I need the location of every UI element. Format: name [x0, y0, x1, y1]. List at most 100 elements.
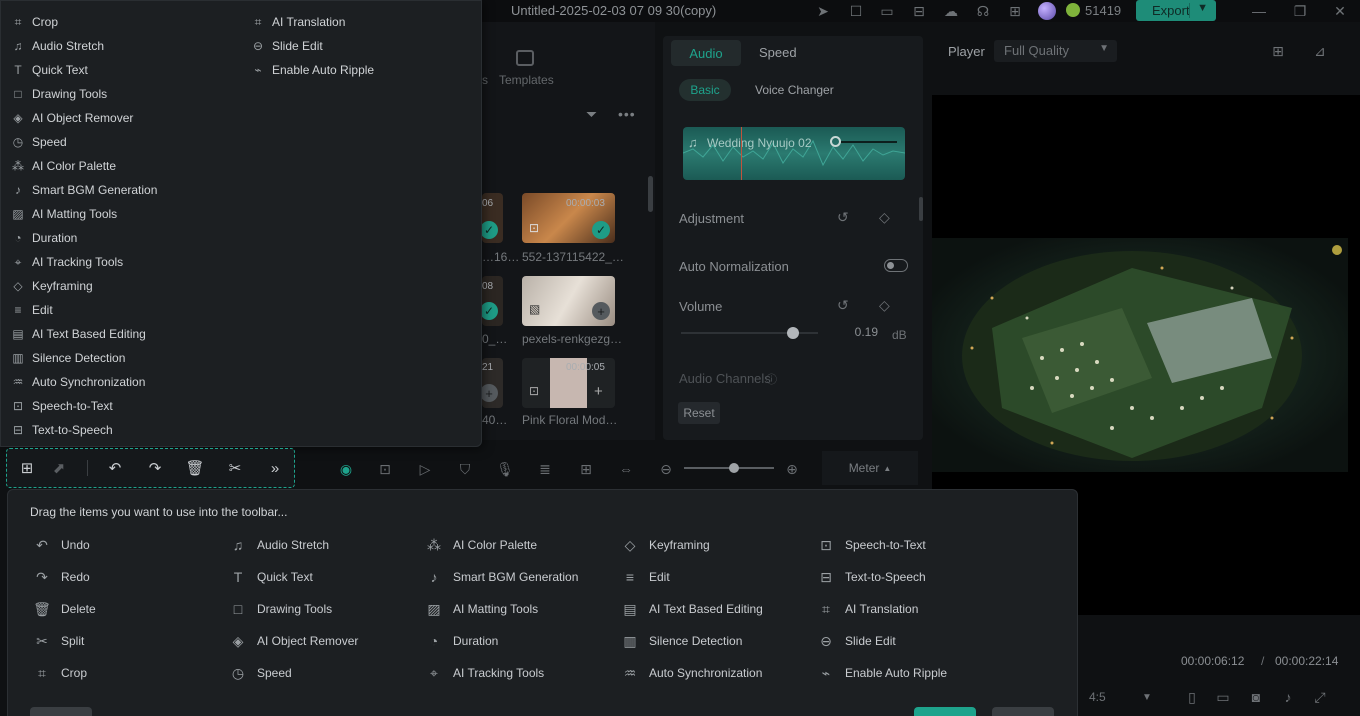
reset-button[interactable]: Reset: [678, 402, 720, 424]
quality-select[interactable]: Full Quality ▼: [994, 40, 1117, 62]
delete-icon[interactable]: 🗑: [185, 458, 205, 478]
cancel-button[interactable]: [992, 707, 1054, 716]
zoom-in-icon[interactable]: ⊕: [783, 460, 801, 478]
menu-item-crop[interactable]: ⌗ Crop: [10, 10, 240, 34]
drag-item-crop[interactable]: ⌗ Crop: [33, 664, 87, 682]
apps-icon[interactable]: ⊞: [1006, 2, 1024, 20]
shield-icon[interactable]: ⛉: [456, 460, 474, 478]
aspect-ratio-select[interactable]: 4:5: [1089, 690, 1106, 704]
monitor-icon[interactable]: ▭: [1214, 688, 1232, 706]
drag-item-ai-text-editing[interactable]: ▤ AI Text Based Editing: [621, 600, 762, 618]
split-icon[interactable]: ✂: [225, 458, 245, 478]
keyframe-icon[interactable]: ◇: [879, 297, 890, 314]
feedback-icon[interactable]: ☐: [847, 2, 865, 20]
menu-item-keyframing[interactable]: ◇ Keyframing: [10, 274, 240, 298]
menu-item-speech-to-text[interactable]: ⊡ Speech-to-Text: [10, 394, 240, 418]
help-icon[interactable]: ⓘ: [766, 371, 777, 387]
menu-item-silence-detection[interactable]: ▥ Silence Detection: [10, 346, 240, 370]
grid-view-icon[interactable]: ⊞: [1269, 42, 1287, 60]
confirm-button[interactable]: [914, 707, 976, 716]
subtab-basic[interactable]: Basic: [679, 79, 731, 101]
add-icon[interactable]: +: [594, 383, 603, 400]
drag-item-speed[interactable]: ◷ Speed: [229, 664, 292, 682]
menu-item-slide-edit[interactable]: ⊖ Slide Edit: [250, 34, 480, 58]
drag-item-speech-to-text[interactable]: ⊡ Speech-to-Text: [817, 536, 926, 554]
menu-item-quick-text[interactable]: T Quick Text: [10, 58, 240, 82]
play-circle-icon[interactable]: ▷: [416, 460, 434, 478]
menu-item-auto-sync[interactable]: ♒ Auto Synchronization: [10, 370, 240, 394]
zoom-out-icon[interactable]: ⊖: [657, 460, 675, 478]
drag-item-drawing-tools[interactable]: □ Drawing Tools: [229, 600, 332, 618]
avatar[interactable]: [1038, 2, 1056, 20]
drag-item-ai-translation[interactable]: ⌗ AI Translation: [817, 600, 918, 618]
drag-item-edit[interactable]: ≡ Edit: [621, 568, 670, 586]
subtab-voice-changer[interactable]: Voice Changer: [755, 83, 834, 97]
reset-icon[interactable]: ↺: [837, 297, 849, 314]
drag-item-slide-edit[interactable]: ⊖ Slide Edit: [817, 632, 896, 650]
snapshot-icon[interactable]: ◙: [1247, 688, 1265, 706]
drag-item-ai-color-palette[interactable]: ⁂ AI Color Palette: [425, 536, 537, 554]
expand-icon[interactable]: »: [265, 458, 285, 478]
cloud-icon[interactable]: ☁: [942, 2, 960, 20]
drag-item-keyframing[interactable]: ◇ Keyframing: [621, 536, 710, 554]
auto-normalization-toggle[interactable]: [884, 259, 908, 272]
share-icon[interactable]: ➤: [814, 2, 832, 20]
drag-item-duration[interactable]: ◔ Duration: [425, 632, 499, 650]
preview-icon[interactable]: ▯: [1183, 688, 1201, 706]
drag-item-quick-text[interactable]: T Quick Text: [229, 568, 313, 586]
menu-item-ai-translation[interactable]: ⌗ AI Translation: [250, 10, 480, 34]
volume-input[interactable]: 0.19: [838, 325, 878, 345]
menu-item-ai-matting[interactable]: ▨ AI Matting Tools: [10, 202, 240, 226]
menu-item-edit[interactable]: ≡ Edit: [10, 298, 240, 322]
fullscreen-icon[interactable]: ⤢: [1311, 688, 1329, 706]
microphone-icon[interactable]: 🎙: [496, 460, 514, 478]
waveform-volume-knob[interactable]: [830, 136, 841, 147]
chevron-down-icon[interactable]: ▼: [1138, 688, 1156, 706]
menu-item-ai-color-palette[interactable]: ⁂ AI Color Palette: [10, 154, 240, 178]
menu-item-audio-stretch[interactable]: ♫ Audio Stretch: [10, 34, 240, 58]
drag-item-delete[interactable]: 🗑 Delete: [33, 600, 96, 618]
image-icon[interactable]: ⊿: [1311, 42, 1329, 60]
waveform-volume-line[interactable]: [841, 141, 897, 143]
menu-item-text-to-speech[interactable]: ⊟ Text-to-Speech: [10, 418, 240, 442]
minimize-icon[interactable]: —: [1250, 2, 1268, 20]
reset-toolbar-button[interactable]: [30, 707, 92, 716]
chevron-down-icon[interactable]: ▼: [1197, 2, 1208, 14]
add-icon[interactable]: +: [592, 302, 610, 320]
filter-icon[interactable]: ⏷: [586, 106, 597, 123]
fit-icon[interactable]: ⇔: [617, 460, 635, 478]
media-scrollbar[interactable]: [648, 176, 653, 212]
audio-list-icon[interactable]: ≣: [536, 460, 554, 478]
inspector-scrollbar[interactable]: [919, 197, 923, 221]
drag-item-smart-bgm[interactable]: ♪ Smart BGM Generation: [425, 568, 579, 586]
export-button[interactable]: Export ▼: [1136, 0, 1216, 21]
more-icon[interactable]: •••: [618, 106, 636, 122]
menu-item-smart-bgm[interactable]: ♪ Smart BGM Generation: [10, 178, 240, 202]
volume-slider-knob[interactable]: [787, 327, 799, 339]
tab-templates[interactable]: Templates: [499, 73, 554, 87]
menu-item-ai-text-editing[interactable]: ▤ AI Text Based Editing: [10, 322, 240, 346]
templates-icon[interactable]: [516, 50, 534, 66]
record-screen-icon[interactable]: ⊡: [376, 460, 394, 478]
custom-toolbar[interactable]: ⊞ ⬈ ↶ ↷ 🗑 ✂ »: [6, 448, 295, 488]
reset-icon[interactable]: ↺: [837, 209, 849, 226]
drag-item-ai-object-remover[interactable]: ◈ AI Object Remover: [229, 632, 359, 650]
redo-icon[interactable]: ↷: [145, 458, 165, 478]
drag-item-auto-sync[interactable]: ♒ Auto Synchronization: [621, 664, 763, 682]
zoom-slider-knob[interactable]: [729, 463, 739, 473]
select-tool-icon[interactable]: ⬈: [49, 458, 69, 478]
drag-item-text-to-speech[interactable]: ⊟ Text-to-Speech: [817, 568, 926, 586]
drag-item-silence-detection[interactable]: ▥ Silence Detection: [621, 632, 742, 650]
drag-item-enable-auto-ripple[interactable]: ⌁ Enable Auto Ripple: [817, 664, 947, 682]
menu-item-speed[interactable]: ◷ Speed: [10, 130, 240, 154]
grid-menu-icon[interactable]: ⊞: [17, 458, 37, 478]
add-icon[interactable]: +: [480, 384, 498, 402]
drag-item-redo[interactable]: ↷ Redo: [33, 568, 90, 586]
close-icon[interactable]: ✕: [1331, 2, 1349, 20]
menu-item-ai-tracking[interactable]: ⌖ AI Tracking Tools: [10, 250, 240, 274]
drag-item-ai-tracking[interactable]: ⌖ AI Tracking Tools: [425, 664, 544, 682]
meter-button[interactable]: Meter ▲: [822, 451, 918, 485]
headset-icon[interactable]: ☊: [974, 2, 992, 20]
tab-speed[interactable]: Speed: [759, 45, 797, 60]
drag-item-ai-matting[interactable]: ▨ AI Matting Tools: [425, 600, 538, 618]
